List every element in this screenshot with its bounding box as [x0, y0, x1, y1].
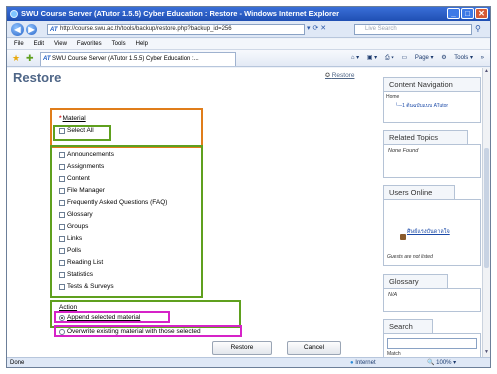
guests-not-listed-text: Guests are not listed [387, 254, 433, 260]
maximize-button[interactable]: □ [461, 8, 474, 19]
checkbox-box[interactable] [59, 127, 65, 134]
material-checkbox-announcements[interactable]: Announcements [59, 150, 114, 159]
back-arrow-icon[interactable]: ◀ [11, 23, 24, 36]
user-avatar-icon [400, 234, 406, 240]
select-all-checkbox[interactable]: Select All [59, 126, 94, 135]
status-text: Done [10, 360, 25, 366]
menu-edit[interactable]: Edit [34, 39, 44, 49]
menu-tools[interactable]: Tools [112, 39, 126, 49]
ie-logo-icon [10, 10, 18, 18]
material-checkbox-content[interactable]: Content [59, 174, 90, 183]
material-checkbox-links[interactable]: Links [59, 234, 82, 243]
material-checkbox-statistics[interactable]: Statistics [59, 270, 93, 279]
menu-view[interactable]: View [54, 39, 67, 49]
related-topics-none: None Found [388, 148, 419, 154]
material-label: *Material [59, 115, 86, 122]
tab-title: SWU Course Server (ATutor 1.5.5) Cyber E… [52, 56, 199, 62]
add-favorite-icon[interactable]: ✚ [26, 53, 34, 64]
checkbox-box[interactable] [59, 211, 65, 218]
material-checkbox-assignments[interactable]: Assignments [59, 162, 104, 171]
checkbox-box[interactable] [59, 259, 65, 266]
checkbox-box[interactable] [59, 199, 65, 206]
glossary-box: N/A [383, 288, 481, 312]
menu-help[interactable]: Help [136, 39, 148, 49]
cancel-button[interactable]: Cancel [287, 341, 341, 355]
menu-bar: File Edit View Favorites Tools Help [7, 39, 490, 50]
required-asterisk: * [59, 115, 62, 122]
favorites-star-icon[interactable]: ★ [12, 53, 20, 64]
scroll-thumb[interactable] [484, 148, 489, 268]
overwrite-material-radio[interactable]: Overwrite existing material with those s… [59, 327, 201, 336]
live-search-input[interactable]: Live Search [354, 24, 472, 35]
material-checkbox-reading-list[interactable]: Reading List [59, 258, 103, 267]
checkbox-box[interactable] [59, 247, 65, 254]
minimize-button[interactable]: _ [447, 8, 460, 19]
close-button[interactable]: ✕ [475, 8, 488, 19]
zoom-level[interactable]: 🔍 100% ▾ [427, 358, 456, 367]
atutor-tab-icon: AT [43, 56, 51, 62]
tab-bar: ★ ✚ AT SWU Course Server (ATutor 1.5.5) … [7, 50, 490, 67]
checkbox-box[interactable] [59, 223, 65, 230]
tools-menu[interactable]: ⚙ Tools ▾ [441, 55, 473, 61]
radio-selected[interactable] [59, 314, 65, 321]
related-topics-box: None Found [383, 144, 481, 178]
restore-button[interactable]: Restore [212, 341, 272, 355]
material-checkbox-faq[interactable]: Frequently Asked Questions (FAQ) [59, 198, 167, 207]
material-checkbox-polls[interactable]: Polls [59, 246, 81, 255]
menu-favorites[interactable]: Favorites [77, 39, 102, 49]
address-bar[interactable]: AT http://course.swu.ac.th/tools/backup/… [47, 24, 305, 35]
glossary-value: N/A [388, 292, 398, 298]
status-bar: Done Internet 🔍 100% ▾ [7, 357, 490, 367]
address-row: ◀ ▶ AT http://course.swu.ac.th/tools/bac… [7, 21, 490, 38]
users-online-header: Users Online [383, 185, 455, 199]
checkbox-box[interactable] [59, 271, 65, 278]
overflow-icon[interactable]: » [481, 55, 484, 61]
address-url: http://course.swu.ac.th/tools/backup/res… [60, 26, 232, 32]
append-material-radio[interactable]: Append selected material [59, 313, 140, 322]
radio-unselected[interactable] [59, 328, 65, 335]
scroll-up-icon[interactable]: ▲ [483, 68, 490, 76]
forward-arrow-icon[interactable]: ▶ [26, 24, 37, 35]
feeds-icon[interactable]: ▣ ▾ [367, 55, 377, 61]
window-title-bar: SWU Course Server (ATutor 1.5.5) Cyber E… [7, 7, 490, 21]
browser-window: SWU Course Server (ATutor 1.5.5) Cyber E… [6, 6, 491, 368]
print-icon[interactable]: ⎙ ▾ [385, 55, 394, 61]
nav-home-link[interactable]: Home [386, 94, 399, 100]
page-menu[interactable]: ▭ Page ▾ [402, 55, 434, 61]
glossary-header: Glossary [383, 274, 448, 288]
material-checkbox-file-manager[interactable]: File Manager [59, 186, 105, 195]
home-icon[interactable]: ⌂ ▾ [351, 55, 359, 61]
restore-breadcrumb-link[interactable]: Restore [325, 72, 355, 79]
related-topics-header: Related Topics [383, 130, 468, 144]
command-bar: ⌂ ▾ ▣ ▾ ⎙ ▾ ▭ Page ▾ ⚙ Tools ▾ » [345, 53, 484, 63]
window-title: SWU Course Server (ATutor 1.5.5) Cyber E… [21, 9, 340, 18]
checkbox-box[interactable] [59, 151, 65, 158]
checkbox-box[interactable] [59, 235, 65, 242]
search-icon[interactable]: ⚲ [475, 24, 481, 33]
material-checkbox-tests-surveys[interactable]: Tests & Surveys [59, 282, 114, 291]
scroll-down-icon[interactable]: ▼ [483, 349, 490, 357]
action-label: Action [59, 304, 78, 311]
page-title: Restore [13, 70, 62, 85]
online-user-link[interactable]: ศิษย์แรงบันดาลใจ [407, 228, 450, 236]
search-header: Search [383, 319, 433, 333]
material-checkbox-groups[interactable]: Groups [59, 222, 88, 231]
internet-zone: Internet [350, 358, 375, 367]
sidebar-search-input[interactable] [387, 338, 477, 349]
page-content: Restore Restore *Material Select All Ann… [7, 68, 482, 357]
checkbox-box[interactable] [59, 163, 65, 170]
checkbox-box[interactable] [59, 187, 65, 194]
content-navigation-header: Content Navigation [383, 77, 481, 91]
checkbox-box[interactable] [59, 283, 65, 290]
atutor-favicon-icon: AT [50, 27, 58, 33]
checkbox-box[interactable] [59, 175, 65, 182]
vertical-scrollbar[interactable]: ▲ ▼ [482, 68, 490, 357]
nav-child-link[interactable]: └─1 ต้นฉบับแบบ ATutor [395, 102, 448, 110]
menu-file[interactable]: File [14, 39, 24, 49]
material-checkbox-glossary[interactable]: Glossary [59, 210, 93, 219]
window-controls: _ □ ✕ [447, 8, 488, 19]
tab-current[interactable]: AT SWU Course Server (ATutor 1.5.5) Cybe… [40, 52, 236, 66]
refresh-stop-icons[interactable]: ▾ ⟳ ✕ [307, 24, 326, 32]
